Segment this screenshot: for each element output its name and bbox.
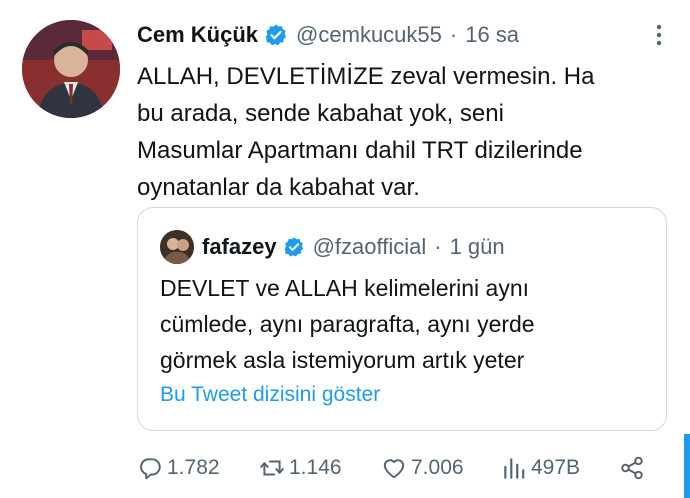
quoted-tweet-text: DEVLET ve ALLAH kelimelerini aynı cümled… <box>160 275 535 373</box>
separator-dot: · <box>434 234 442 259</box>
retweet-count: 1.146 <box>289 456 342 479</box>
heart-icon <box>383 459 405 479</box>
retweet-icon <box>260 460 284 476</box>
separator-dot: · <box>449 22 458 47</box>
action-bar: 1.782 1.146 7.006 497B <box>137 452 667 484</box>
tweet-text: ALLAH, DEVLETİMİZE zeval vermesin. Ha bu… <box>137 63 595 201</box>
quoted-author-handle: @fzaofficial <box>312 234 427 259</box>
author-name[interactable]: Cem Küçük <box>137 22 258 48</box>
quoted-timestamp: 1 gün <box>449 234 505 259</box>
timestamp[interactable]: 16 sa <box>465 22 519 48</box>
views-button[interactable]: 497B <box>501 452 580 484</box>
author-handle[interactable]: @cemkucuk55 <box>296 22 442 48</box>
verified-badge-icon <box>264 23 288 47</box>
verified-badge-icon <box>283 236 305 258</box>
scroll-indicator <box>684 434 690 498</box>
avatar[interactable] <box>22 20 120 118</box>
show-thread-link[interactable]: Bu Tweet dizisini göster <box>160 383 380 407</box>
like-count: 7.006 <box>411 456 464 479</box>
quoted-tweet[interactable]: fafazey @fzaofficial · 1 gün DEVLET ve A… <box>137 207 667 431</box>
share-icon <box>621 456 643 480</box>
quoted-avatar <box>160 230 194 264</box>
reply-button[interactable]: 1.782 <box>137 452 220 484</box>
views-count: 497B <box>531 456 581 479</box>
quoted-tweet-header: fafazey @fzaofficial · 1 gün <box>160 230 505 264</box>
quoted-author-name: fafazey <box>202 234 277 259</box>
like-button[interactable]: 7.006 <box>381 452 464 484</box>
views-icon <box>504 458 525 479</box>
share-button[interactable] <box>619 452 645 484</box>
reply-icon <box>140 458 161 480</box>
more-icon[interactable] <box>646 22 672 48</box>
reply-count: 1.782 <box>167 456 220 479</box>
retweet-button[interactable]: 1.146 <box>259 452 342 484</box>
tweet-header: Cem Küçük @cemkucuk55 · 16 sa <box>137 18 519 52</box>
